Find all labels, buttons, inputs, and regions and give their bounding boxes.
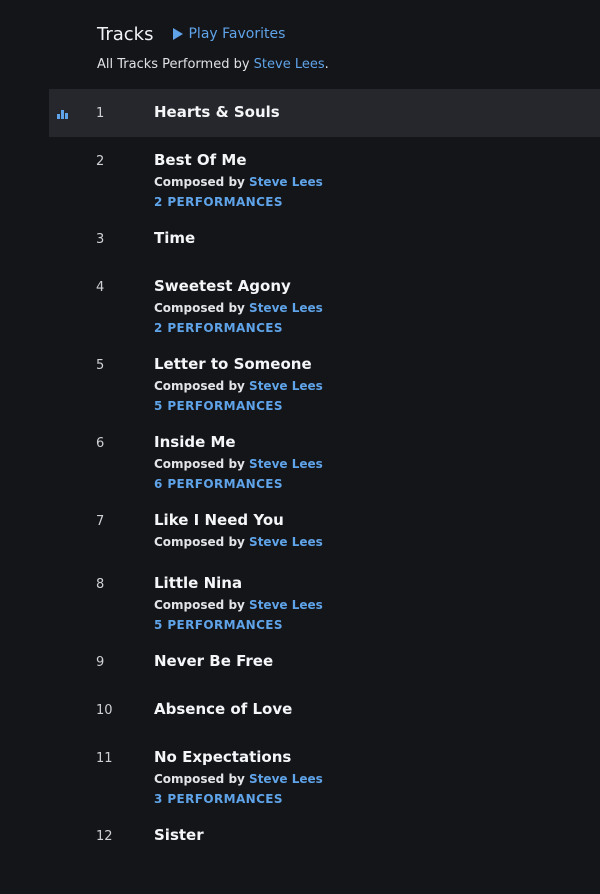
artist-link[interactable]: Steve Lees: [254, 57, 325, 72]
track-number: 8: [96, 577, 105, 592]
composed-by-label: Composed by: [154, 457, 245, 471]
track-number: 5: [96, 358, 105, 373]
track-number: 10: [96, 703, 113, 718]
play-favorites-label: Play Favorites: [188, 26, 286, 42]
track-title[interactable]: Letter to Someone: [154, 355, 312, 373]
track-title[interactable]: Little Nina: [154, 574, 242, 592]
track-title[interactable]: Sister: [154, 826, 204, 844]
track-title[interactable]: Time: [154, 229, 195, 247]
page-title: Tracks: [97, 23, 154, 45]
equalizer-icon: [57, 109, 69, 119]
track-list: 1 Hearts & Souls 2 Best Of Me Composed b…: [49, 89, 600, 860]
track-number: 7: [96, 514, 105, 529]
composer-link[interactable]: Steve Lees: [249, 457, 323, 471]
composer-link[interactable]: Steve Lees: [249, 379, 323, 393]
title-row: Tracks Play Favorites: [97, 22, 577, 46]
track-row[interactable]: 12 Sister: [49, 812, 600, 860]
track-title[interactable]: Never Be Free: [154, 652, 273, 670]
track-number: 2: [96, 154, 105, 169]
composed-by-label: Composed by: [154, 301, 245, 315]
track-composer: Composed by Steve Lees: [154, 457, 323, 471]
track-row[interactable]: 2 Best Of Me Composed by Steve Lees 2 PE…: [49, 137, 600, 215]
track-title[interactable]: Inside Me: [154, 433, 236, 451]
track-row[interactable]: 4 Sweetest Agony Composed by Steve Lees …: [49, 263, 600, 341]
track-number: 6: [96, 436, 105, 451]
track-row[interactable]: 8 Little Nina Composed by Steve Lees 5 P…: [49, 560, 600, 638]
track-composer: Composed by Steve Lees: [154, 598, 323, 612]
composer-link[interactable]: Steve Lees: [249, 175, 323, 189]
track-row[interactable]: 11 No Expectations Composed by Steve Lee…: [49, 734, 600, 812]
track-number: 9: [96, 655, 105, 670]
track-number: 1: [96, 106, 105, 121]
track-number: 3: [96, 232, 105, 247]
play-icon: [173, 28, 184, 40]
composed-by-label: Composed by: [154, 535, 245, 549]
track-row[interactable]: 10 Absence of Love: [49, 686, 600, 734]
track-row[interactable]: 7 Like I Need You Composed by Steve Lees: [49, 497, 600, 560]
track-title[interactable]: Absence of Love: [154, 700, 292, 718]
track-composer: Composed by Steve Lees: [154, 535, 323, 549]
subtitle-text: All Tracks Performed by: [97, 57, 250, 72]
performances-link[interactable]: 5 PERFORMANCES: [154, 618, 283, 632]
track-composer: Composed by Steve Lees: [154, 772, 323, 786]
composed-by-label: Composed by: [154, 175, 245, 189]
track-composer: Composed by Steve Lees: [154, 379, 323, 393]
composed-by-label: Composed by: [154, 772, 245, 786]
performances-link[interactable]: 6 PERFORMANCES: [154, 477, 283, 491]
track-row[interactable]: 1 Hearts & Souls: [49, 89, 600, 137]
composer-link[interactable]: Steve Lees: [249, 535, 323, 549]
track-number: 12: [96, 829, 113, 844]
track-title[interactable]: Best Of Me: [154, 151, 247, 169]
tracks-subtitle: All Tracks Performed by Steve Lees.: [97, 57, 577, 72]
composer-link[interactable]: Steve Lees: [249, 772, 323, 786]
performances-link[interactable]: 2 PERFORMANCES: [154, 321, 283, 335]
subtitle-period: .: [324, 57, 329, 72]
composer-link[interactable]: Steve Lees: [249, 301, 323, 315]
track-title[interactable]: Hearts & Souls: [154, 103, 280, 121]
composed-by-label: Composed by: [154, 598, 245, 612]
track-title[interactable]: No Expectations: [154, 748, 291, 766]
track-number: 4: [96, 280, 105, 295]
composer-link[interactable]: Steve Lees: [249, 598, 323, 612]
track-composer: Composed by Steve Lees: [154, 175, 323, 189]
track-row[interactable]: 3 Time: [49, 215, 600, 263]
composed-by-label: Composed by: [154, 379, 245, 393]
performances-link[interactable]: 3 PERFORMANCES: [154, 792, 283, 806]
performances-link[interactable]: 2 PERFORMANCES: [154, 195, 283, 209]
tracks-header: Tracks Play Favorites All Tracks Perform…: [97, 22, 577, 73]
play-favorites-button[interactable]: Play Favorites: [173, 26, 285, 42]
track-number: 11: [96, 751, 113, 766]
track-title[interactable]: Like I Need You: [154, 511, 284, 529]
track-composer: Composed by Steve Lees: [154, 301, 323, 315]
track-title[interactable]: Sweetest Agony: [154, 277, 291, 295]
track-row[interactable]: 9 Never Be Free: [49, 638, 600, 686]
performances-link[interactable]: 5 PERFORMANCES: [154, 399, 283, 413]
track-row[interactable]: 6 Inside Me Composed by Steve Lees 6 PER…: [49, 419, 600, 497]
track-row[interactable]: 5 Letter to Someone Composed by Steve Le…: [49, 341, 600, 419]
